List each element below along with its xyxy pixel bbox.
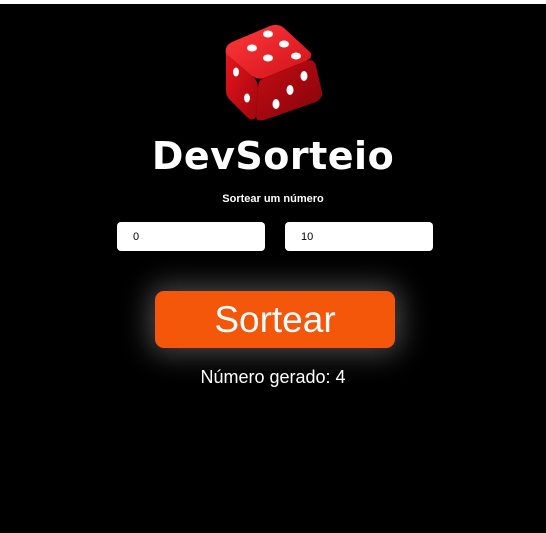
form-subtitle: Sortear um número <box>222 193 324 205</box>
result-text: Número gerado: 4 <box>200 367 346 387</box>
max-number-input[interactable] <box>285 222 433 251</box>
red-dice-icon <box>225 24 323 121</box>
top-border <box>0 0 546 4</box>
app-title: DevSorteio <box>151 134 395 178</box>
draw-button[interactable]: Sortear <box>155 291 395 348</box>
min-number-input[interactable] <box>117 222 265 251</box>
